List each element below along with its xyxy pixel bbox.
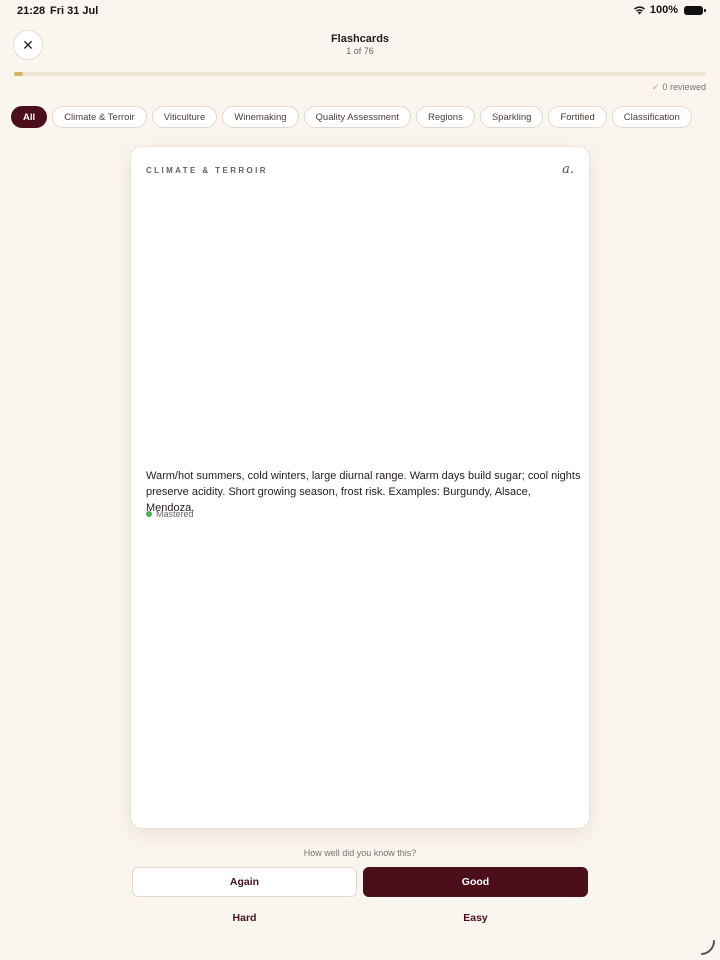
easy-button[interactable]: Easy bbox=[363, 912, 588, 924]
chip-sparkling[interactable]: Sparkling bbox=[479, 106, 544, 128]
battery-icon bbox=[684, 5, 706, 15]
reviewed-label: 0 reviewed bbox=[662, 82, 706, 92]
category-chips: All Climate & Terroir Viticulture Winema… bbox=[11, 106, 692, 128]
chip-winemaking[interactable]: Winemaking bbox=[222, 106, 299, 128]
wifi-icon bbox=[633, 6, 645, 15]
hard-button[interactable]: Hard bbox=[132, 912, 357, 924]
chip-fortified[interactable]: Fortified bbox=[548, 106, 607, 128]
chip-viticulture[interactable]: Viticulture bbox=[151, 106, 218, 128]
reviewed-count: ✓ 0 reviewed bbox=[652, 82, 706, 93]
chip-quality-assessment[interactable]: Quality Assessment bbox=[303, 106, 411, 128]
card-category: CLIMATE & TERROIR bbox=[146, 166, 268, 175]
chip-all[interactable]: All bbox=[11, 106, 48, 128]
battery-percent: 100% bbox=[649, 4, 678, 16]
status-time: 21:28 bbox=[17, 5, 46, 17]
chip-climate-terroir[interactable]: Climate & Terroir bbox=[52, 106, 147, 128]
chip-classification[interactable]: Classification bbox=[611, 106, 692, 128]
good-button[interactable]: Good bbox=[363, 867, 588, 897]
again-button[interactable]: Again bbox=[132, 867, 357, 897]
card-answer: Warm/hot summers, cold winters, large di… bbox=[146, 470, 581, 514]
mastery-label: Mastered bbox=[156, 509, 194, 519]
chip-regions[interactable]: Regions bbox=[415, 106, 475, 128]
status-right: 100% bbox=[633, 4, 706, 16]
status-bar: 21:28 Fri 31 Jul 100% bbox=[0, 0, 720, 24]
corner-handle-icon bbox=[701, 940, 716, 955]
flashcard[interactable]: CLIMATE & TERROIR a. Warm/hot summers, c… bbox=[130, 146, 590, 829]
mastery-status: Mastered bbox=[146, 509, 194, 519]
progress-fill bbox=[14, 72, 23, 76]
status-dot-icon bbox=[146, 511, 152, 517]
check-icon: ✓ bbox=[651, 82, 660, 92]
status-date: Fri 31 Jul bbox=[50, 5, 99, 17]
page-title: Flashcards bbox=[330, 33, 390, 45]
progress-bar bbox=[14, 72, 706, 76]
rating-prompt: How well did you know this? bbox=[303, 848, 417, 858]
card-counter: 1 of 76 bbox=[346, 46, 374, 56]
card-logo: a. bbox=[562, 162, 574, 177]
